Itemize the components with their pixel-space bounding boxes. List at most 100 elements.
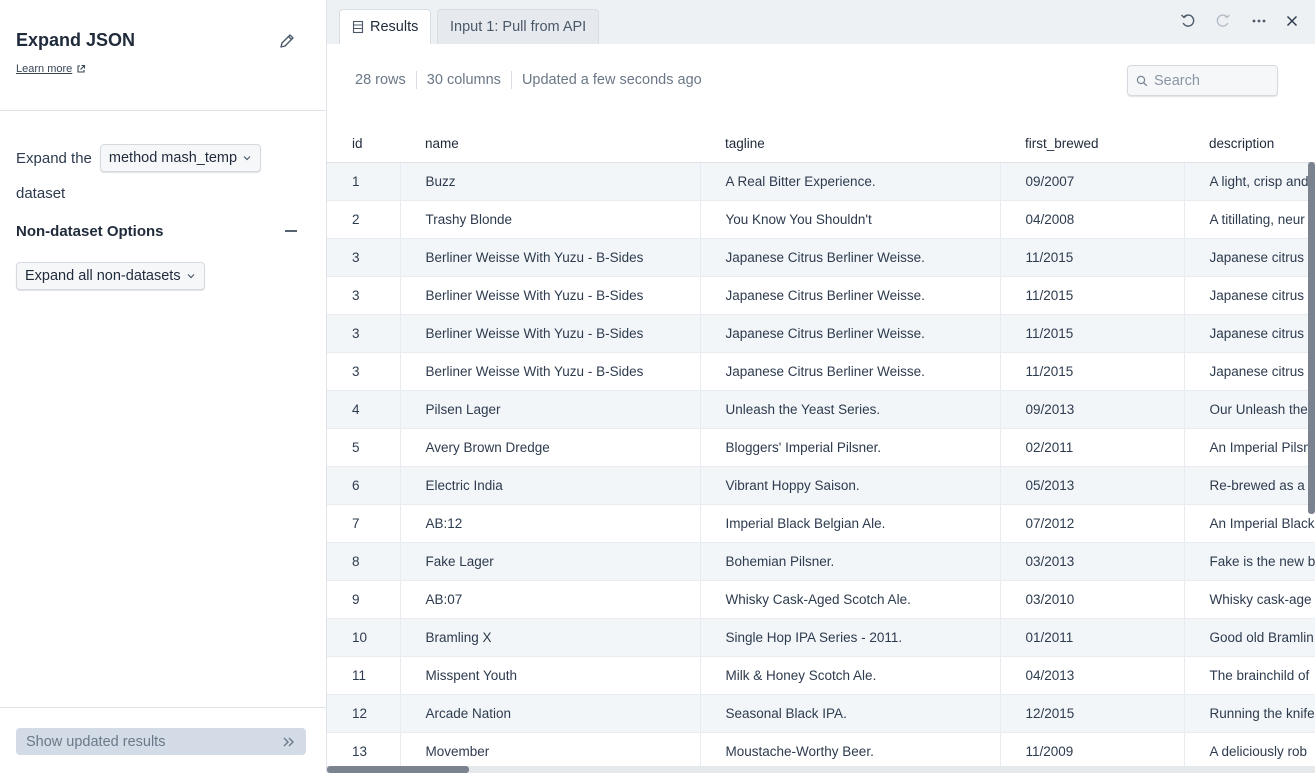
table-cell: 3 [327, 314, 401, 353]
nondataset-heading: Non-dataset Options [16, 223, 164, 240]
table-cell: Japanese citrus [1184, 352, 1315, 391]
expand-the-label: Expand the [16, 149, 92, 167]
table-row[interactable]: 8 Fake Lager Bohemian Pilsner. 03/2013 Fake … [327, 542, 1315, 581]
search-box[interactable] [1127, 65, 1278, 96]
column-header[interactable]: description [1184, 126, 1315, 163]
table-row[interactable]: 3 Berliner Weisse With Yuzu - B-Sides Japa… [327, 238, 1315, 277]
close-button[interactable] [1281, 10, 1303, 32]
close-icon [1286, 15, 1298, 27]
table-cell: Single Hop IPA Series - 2011. [700, 618, 1001, 657]
table-cell: 11/2015 [1000, 238, 1185, 277]
column-count: 30 columns [426, 72, 501, 88]
table-row[interactable]: 3 Berliner Weisse With Yuzu - B-Sides Japa… [327, 314, 1315, 353]
column-header[interactable]: id [327, 126, 400, 163]
table-cell: 4 [327, 390, 401, 429]
column-header[interactable]: first_brewed [1000, 126, 1184, 163]
table-row[interactable]: 1 Buzz A Real Bitter Experience. 09/2007 A l… [327, 162, 1315, 201]
table-row[interactable]: 7 AB:12 Imperial Black Belgian Ale. 07/2012… [327, 504, 1315, 543]
table-cell: 03/2010 [1000, 580, 1185, 619]
table-cell: Japanese Citrus Berliner Weisse. [700, 238, 1001, 277]
column-header[interactable]: tagline [700, 126, 1000, 163]
table-cell: Berliner Weisse With Yuzu - B-Sides [400, 352, 701, 391]
tab-results[interactable]: Results [339, 9, 432, 44]
results-panel: Results Input 1: Pull from API 28 rows 3… [327, 0, 1315, 773]
panel-footer: Show updated results [0, 707, 326, 773]
table-cell: 12/2015 [1000, 694, 1185, 733]
show-updated-results-label: Show updated results [26, 733, 166, 750]
external-link-icon [77, 64, 86, 73]
table-cell: 11/2015 [1000, 352, 1185, 391]
collapse-icon[interactable] [283, 221, 299, 241]
table-row[interactable]: 9 AB:07 Whisky Cask-Aged Scotch Ale. 03/201… [327, 580, 1315, 619]
tab-input-1-label: Input 1: Pull from API [450, 19, 587, 35]
expand-row: Expand the method mash_temp [16, 144, 262, 172]
panel-header: Expand JSON Learn more [0, 0, 326, 111]
undo-button[interactable] [1177, 10, 1199, 32]
tab-bar: Results Input 1: Pull from API [327, 0, 1315, 44]
table-cell: Avery Brown Dredge [400, 428, 701, 467]
table-cell: 02/2011 [1000, 428, 1185, 467]
learn-more-link[interactable]: Learn more [16, 63, 86, 75]
table-cell: 13 [327, 732, 401, 766]
table-cell: Running the knife [1184, 694, 1315, 733]
table-row[interactable]: 3 Berliner Weisse With Yuzu - B-Sides Japa… [327, 352, 1315, 391]
table-cell: Japanese citrus [1184, 314, 1315, 353]
table-cell: Japanese citrus [1184, 276, 1315, 315]
dataset-select-value: method mash_temp [108, 150, 238, 166]
redo-button[interactable] [1212, 10, 1234, 32]
table-cell: 11 [327, 656, 401, 695]
table-row[interactable]: 12 Arcade Nation Seasonal Black IPA. 12/201… [327, 694, 1315, 733]
table-cell: Unleash the Yeast Series. [700, 390, 1001, 429]
show-updated-results-button[interactable]: Show updated results [16, 728, 306, 755]
table-row[interactable]: 2 Trashy Blonde You Know You Shouldn't 04/2… [327, 200, 1315, 239]
dataset-select[interactable]: method mash_temp [99, 144, 262, 172]
vertical-scrollbar[interactable] [1308, 162, 1315, 514]
table-cell: Milk & Honey Scotch Ale. [700, 656, 1001, 695]
horizontal-scrollbar[interactable] [327, 766, 469, 773]
tab-input-1[interactable]: Input 1: Pull from API [437, 9, 600, 44]
table-row[interactable]: 5 Avery Brown Dredge Bloggers' Imperial Pi… [327, 428, 1315, 467]
table-cell: 3 [327, 238, 401, 277]
column-header[interactable]: name [400, 126, 700, 163]
table-cell: Arcade Nation [400, 694, 701, 733]
table-cell: An Imperial Black [1184, 504, 1315, 543]
table-cell: Misspent Youth [400, 656, 701, 695]
search-icon [1136, 75, 1148, 86]
results-table-container: id name tagline first_brewed description 1 Bu… [327, 126, 1315, 766]
table-cell: 6 [327, 466, 401, 505]
table-cell: An Imperial Pilsn [1184, 428, 1315, 467]
table-cell: 3 [327, 276, 401, 315]
table-cell: 2 [327, 200, 401, 239]
table-row[interactable]: 3 Berliner Weisse With Yuzu - B-Sides Japa… [327, 276, 1315, 315]
table-row[interactable]: 6 Electric India Vibrant Hoppy Saison. 05/2… [327, 466, 1315, 505]
table-cell: Japanese Citrus Berliner Weisse. [700, 352, 1001, 391]
table-cell: 12 [327, 694, 401, 733]
table-row[interactable]: 4 Pilsen Lager Unleash the Yeast Series. 09… [327, 390, 1315, 429]
table-cell: 04/2008 [1000, 200, 1185, 239]
table-cell: Fake Lager [400, 542, 701, 581]
table-cell: Berliner Weisse With Yuzu - B-Sides [400, 276, 701, 315]
table-cell: AB:07 [400, 580, 701, 619]
table-row[interactable]: 11 Misspent Youth Milk & Honey Scotch Ale.… [327, 656, 1315, 695]
header-row: id name tagline first_brewed description [327, 126, 1315, 163]
table-cell: Japanese citrus [1184, 238, 1315, 277]
table-cell: A titillating, neur [1184, 200, 1315, 239]
more-options-button[interactable] [1248, 10, 1270, 32]
table-cell: 7 [327, 504, 401, 543]
table-cell: Electric India [400, 466, 701, 505]
config-panel: Expand JSON Learn more Expand the method… [0, 0, 327, 773]
pencil-icon[interactable] [278, 32, 296, 50]
table-row[interactable]: 13 Movember Moustache-Worthy Beer. 11/2009 A… [327, 732, 1315, 766]
table-cell: A deliciously rob [1184, 732, 1315, 766]
table-cell: Buzz [400, 162, 701, 201]
learn-more-label: Learn more [16, 63, 73, 75]
search-input[interactable] [1154, 72, 1269, 89]
table-cell: 11/2009 [1000, 732, 1185, 766]
table-cell: 1 [327, 162, 401, 201]
table-cell: 04/2013 [1000, 656, 1185, 695]
table-cell: 3 [327, 352, 401, 391]
table-cell: Pilsen Lager [400, 390, 701, 429]
horizontal-scrollbar-track[interactable] [327, 766, 1315, 773]
nondataset-select[interactable]: Expand all non-datasets [16, 262, 205, 290]
table-row[interactable]: 10 Bramling X Single Hop IPA Series - 2011… [327, 618, 1315, 657]
